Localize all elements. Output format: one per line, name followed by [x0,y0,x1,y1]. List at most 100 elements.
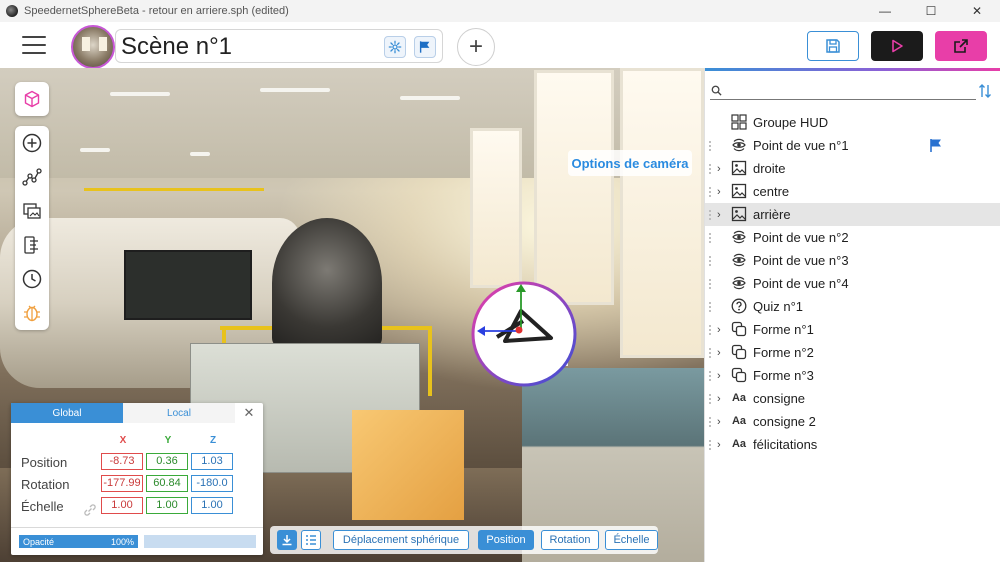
camera-options-button[interactable]: Options de caméra [568,150,692,176]
tool-3d-object[interactable] [15,82,49,116]
close-window-button[interactable]: ✕ [954,0,1000,22]
window-title: SpeedernetSphereBeta - retour en arriere… [24,5,289,17]
sort-icon[interactable] [978,83,992,99]
expand-chevron-icon[interactable]: › [717,370,721,382]
tree-item-label: Forme n°2 [753,345,814,360]
tree-item[interactable]: Point de vue n°1 [705,134,1000,157]
tree-item[interactable]: Quiz n°1 [705,295,1000,318]
classroom-window [534,70,614,305]
drag-handle-icon[interactable] [708,324,712,335]
expand-chevron-icon[interactable]: › [717,163,721,175]
tool-timeline[interactable] [15,262,49,296]
position-z-field[interactable]: 1.03 [191,453,233,470]
rotation-label: Rotation [21,477,70,492]
app-header: Scène n°1 + [0,22,1000,69]
maximize-button[interactable]: ☐ [908,0,954,22]
tree-item-label: droite [753,161,786,176]
link-scale-icon[interactable] [83,503,97,517]
position-mode-button[interactable]: Position [478,530,534,550]
drag-handle-icon[interactable] [708,163,712,174]
scale-x-field[interactable]: 1.00 [101,497,143,514]
opacity-slider[interactable]: Opacité 100% [19,535,138,548]
add-scene-button[interactable]: + [457,28,495,66]
tree-item[interactable]: › centre [705,180,1000,203]
tree-item[interactable]: › Forme n°3 [705,364,1000,387]
scene-settings-button[interactable] [384,36,406,58]
scene-title[interactable]: Scène n°1 [121,32,232,62]
rotation-y-field[interactable]: 60.84 [146,475,188,492]
grid-snap-button[interactable] [301,530,321,550]
save-button[interactable] [807,31,859,61]
transform-gizmo[interactable] [469,281,579,387]
tree-item[interactable]: › Aa félicitations [705,433,1000,456]
expand-chevron-icon[interactable]: › [717,439,721,451]
tree-item[interactable]: › Aa consigne 2 [705,410,1000,433]
expand-chevron-icon[interactable]: › [717,347,721,359]
expand-chevron-icon[interactable]: › [717,209,721,221]
tool-add[interactable] [15,126,49,160]
tree-item[interactable]: › droite [705,157,1000,180]
close-transform-panel-button[interactable]: ✕ [235,403,263,423]
grid-list-icon [306,535,316,545]
tree-item[interactable]: › arrière [705,203,1000,226]
scale-mode-button[interactable]: Échelle [605,530,658,550]
drag-handle-icon[interactable] [708,209,712,220]
tree-item[interactable]: Point de vue n°4 [705,272,1000,295]
tool-hud[interactable] [15,228,49,262]
tool-path[interactable] [15,160,49,194]
drag-handle-icon[interactable] [708,416,712,427]
start-scene-flag-button[interactable] [414,36,436,58]
expand-chevron-icon[interactable]: › [717,393,721,405]
expand-chevron-icon[interactable]: › [717,186,721,198]
expand-chevron-icon[interactable]: › [717,416,721,428]
drag-handle-icon[interactable] [708,370,712,381]
spherical-move-button[interactable]: Déplacement sphérique [333,530,469,550]
ceiling-light [80,148,110,152]
expand-chevron-icon[interactable]: › [717,324,721,336]
rotation-z-field[interactable]: -180.0 [191,475,233,492]
tool-debug[interactable] [15,296,49,330]
tree-item[interactable]: › Forme n°1 [705,318,1000,341]
scene-thumbnail[interactable] [71,25,115,69]
export-button[interactable] [935,31,987,61]
ceiling-light [400,96,460,100]
tree-item[interactable]: Groupe HUD [705,111,1000,134]
minimize-button[interactable]: — [862,0,908,22]
scale-y-field[interactable]: 1.00 [146,497,188,514]
drag-handle-icon[interactable] [708,347,712,358]
rotation-x-field[interactable]: -177.99 [101,475,143,492]
drag-handle-icon[interactable] [708,140,712,151]
tree-item[interactable]: Point de vue n°2 [705,226,1000,249]
drag-handle-icon[interactable] [708,255,712,266]
tree-item[interactable]: Point de vue n°3 [705,249,1000,272]
tree-item[interactable]: › Aa consigne [705,387,1000,410]
viewpoint-icon [731,229,747,245]
tab-local[interactable]: Local [123,403,235,423]
play-preview-button[interactable] [871,31,923,61]
tree-item[interactable]: › Forme n°2 [705,341,1000,364]
position-y-field[interactable]: 0.36 [146,453,188,470]
opacity-secondary-track[interactable] [144,535,256,548]
drag-handle-icon[interactable] [708,393,712,404]
axis-y-header: Y [164,435,172,446]
drag-handle-icon[interactable] [708,301,712,312]
download-icon [282,535,292,546]
tab-global[interactable]: Global [11,403,123,423]
tool-media[interactable] [15,194,49,228]
panorama-viewport[interactable]: Options de caméra Global Local ✕ X Y Z P… [0,68,704,562]
yellow-railing [84,188,264,191]
rotation-mode-button[interactable]: Rotation [541,530,599,550]
scale-z-field[interactable]: 1.00 [191,497,233,514]
tree-search-input[interactable] [724,82,972,98]
drag-handle-icon[interactable] [708,232,712,243]
drag-handle-icon[interactable] [708,278,712,289]
scene-title-field[interactable]: Scène n°1 [115,29,443,63]
menu-icon[interactable] [22,36,46,54]
tree-item-label: arrière [753,207,791,222]
drop-to-floor-button[interactable] [277,530,297,550]
drag-handle-icon[interactable] [708,186,712,197]
flag-icon [419,41,430,53]
drag-handle-icon[interactable] [708,439,712,450]
position-x-field[interactable]: -8.73 [101,453,143,470]
gallery-icon [23,203,41,219]
